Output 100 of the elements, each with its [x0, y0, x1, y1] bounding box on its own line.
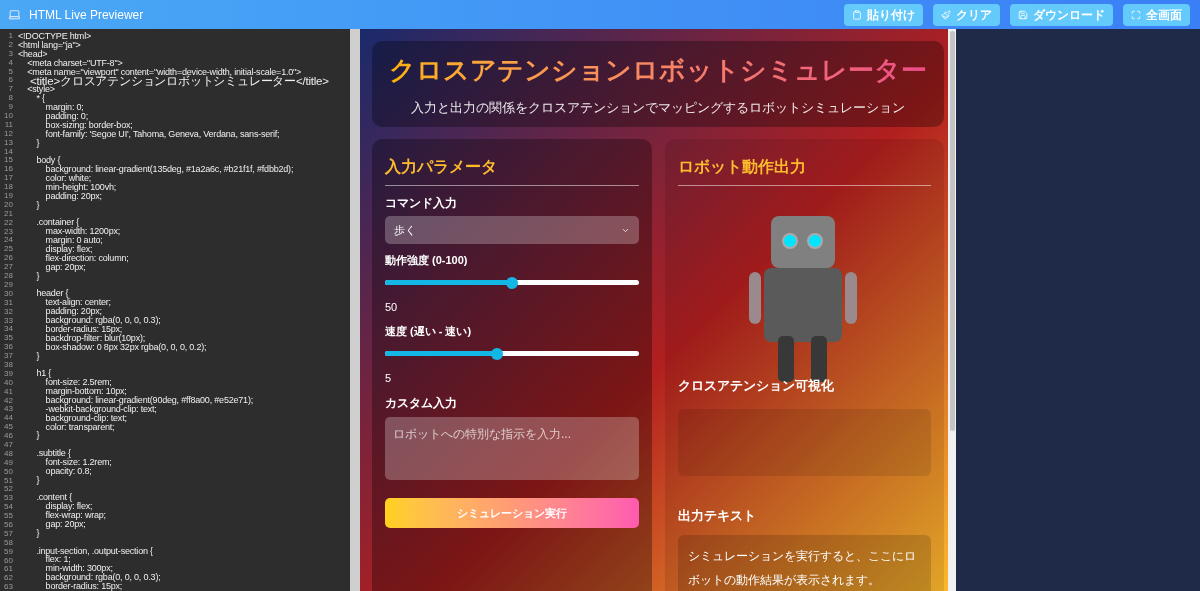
code-line: * {	[36, 94, 45, 104]
code-line: background: linear-gradient(135deg, #1a2a6c, #b21f1f, #fdbb2d);	[45, 165, 295, 175]
line-number: 55	[4, 512, 13, 521]
slider[interactable]	[385, 276, 639, 289]
line-number: 43	[4, 405, 13, 415]
toolbar-button[interactable]: ダウンロード	[1010, 3, 1113, 26]
line-number: 26	[4, 254, 13, 264]
line-number: 13	[4, 138, 13, 148]
code-line: }	[35, 431, 41, 441]
code-line: padding: 0;	[44, 112, 89, 121]
line-number: 28	[4, 272, 13, 281]
line-number: 52	[4, 485, 13, 495]
laptop-icon	[8, 8, 21, 21]
code-line: backdrop-filter: blur(10px);	[44, 333, 146, 343]
line-number: 36	[4, 343, 13, 353]
line-number: 5	[8, 67, 13, 77]
line-number: 53	[4, 494, 13, 504]
line-number: 6	[8, 76, 13, 86]
line-number: 48	[4, 449, 13, 459]
code-line: }	[35, 528, 41, 538]
field-label: カスタム入力	[385, 395, 458, 412]
code-line: <style>	[26, 85, 55, 95]
code-line: box-sizing: border-box;	[44, 120, 133, 130]
code-line: font-family: 'Segoe UI', Tahoma, Geneva, Verdana, sans-serif;	[44, 129, 281, 139]
code-line: padding: 20px;	[44, 307, 102, 317]
code-line: background: rgba(0, 0, 0, 0.3);	[44, 573, 162, 583]
code-line: color: transparent;	[44, 422, 115, 432]
code-line: header {	[35, 289, 69, 299]
line-number: 61	[4, 565, 13, 575]
line-number: 1	[8, 32, 13, 41]
output-text: シミュレーションを実行すると、ここにロボットの動作結果が表示されます。	[687, 549, 916, 587]
code-line: font-size: 2.5rem;	[44, 378, 113, 387]
slider-value: 5	[385, 370, 393, 386]
line-number: 2	[8, 40, 13, 50]
line-number: 34	[4, 325, 13, 335]
code-line: }	[35, 351, 41, 361]
code-line: }	[35, 271, 41, 281]
line-number: 21	[4, 209, 13, 219]
run-button[interactable]: シミュレーション実行	[385, 498, 639, 528]
line-number: 29	[4, 280, 13, 290]
line-number: 44	[4, 414, 13, 424]
line-number: 47	[4, 440, 13, 450]
line-number: 30	[4, 289, 13, 299]
code-line: <meta name="viewport" content="width=device-width, initial-scale=1.0">	[26, 67, 303, 77]
code-line: body {	[35, 156, 61, 166]
line-number: 7	[8, 85, 13, 95]
code-line: .subtitle {	[35, 449, 71, 458]
code-line: gap: 20px;	[44, 262, 87, 272]
code-line: }	[35, 475, 41, 485]
maximize-icon	[1131, 9, 1141, 20]
code-line: <head>	[18, 49, 48, 59]
line-number: 45	[4, 423, 13, 433]
toolbar-button[interactable]: クリア	[933, 3, 1000, 26]
line-number: 63	[4, 583, 13, 591]
line-number: 16	[4, 165, 13, 175]
line-number: 31	[4, 298, 13, 308]
code-line: margin: 0 auto;	[44, 236, 103, 246]
slider[interactable]	[385, 347, 639, 360]
line-number: 15	[4, 156, 13, 166]
code-line: text-align: center;	[44, 298, 112, 308]
code-line: <!DOCTYPE html>	[18, 32, 93, 41]
line-number: 22	[4, 218, 13, 228]
clipboard-icon	[852, 9, 862, 20]
code-line: max-width: 1200px;	[44, 227, 122, 237]
toolbar-button[interactable]: 貼り付け	[844, 3, 923, 26]
section-heading: クロスアテンション可視化	[677, 377, 835, 395]
line-number: 3	[8, 49, 13, 59]
line-number: 12	[4, 129, 13, 139]
line-number: 38	[4, 360, 13, 370]
code-line: min-height: 100vh;	[44, 183, 118, 192]
slider-value: 50	[385, 299, 399, 315]
code-line: opacity: 0.8;	[44, 466, 92, 476]
line-number: 57	[4, 529, 13, 539]
slider-label: 速度 (遅い - 速い)	[385, 324, 473, 339]
code-line: h1 {	[35, 369, 52, 379]
line-number: 20	[4, 200, 13, 210]
toolbar-button[interactable]: 全画面	[1123, 3, 1190, 26]
line-number: 35	[4, 334, 13, 344]
panel-heading: ロボット動作出力	[677, 155, 931, 186]
code-line: font-size: 1.2rem;	[44, 458, 113, 467]
code-line: flex-direction: column;	[44, 253, 130, 263]
code-line: background: rgba(0, 0, 0, 0.3);	[44, 316, 162, 325]
line-number: 40	[4, 378, 13, 388]
code-line: }	[35, 138, 41, 148]
line-number: 56	[4, 521, 13, 530]
line-number: 4	[8, 58, 13, 68]
code-line: gap: 20px;	[44, 520, 86, 529]
line-number: 62	[4, 574, 13, 584]
line-number: 54	[4, 503, 13, 513]
line-number: 24	[4, 236, 13, 246]
slider-label: 動作強度 (0-100)	[385, 253, 469, 268]
line-number: 25	[4, 245, 13, 255]
command-select[interactable]: 歩く	[385, 216, 639, 244]
code-line: }	[35, 200, 41, 210]
code-line: margin: 0;	[45, 103, 84, 113]
code-line: flex-wrap: wrap;	[44, 511, 107, 521]
code-line: margin-bottom: 10px;	[44, 387, 127, 396]
code-line: .input-section, .output-section {	[35, 546, 154, 556]
code-line: -webkit-background-clip: text;	[44, 404, 157, 414]
line-number: 17	[4, 174, 13, 184]
